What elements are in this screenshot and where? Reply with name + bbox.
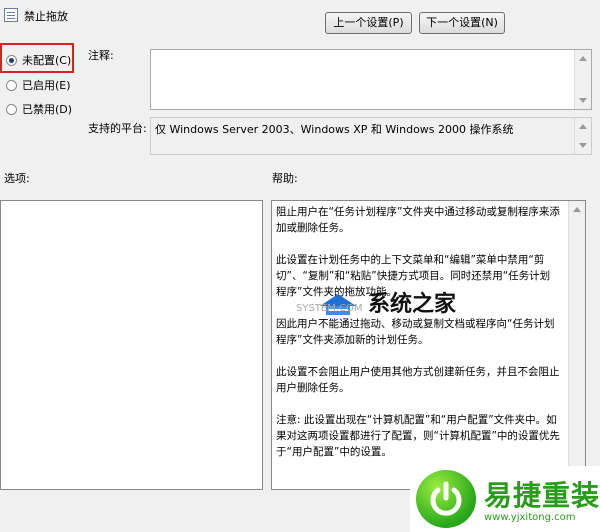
help-paragraph: 因此用户不能通过拖动、移动或复制文档或程序向“任务计划程序”文件夹添加新的计划任… [276, 318, 555, 346]
watermark-url: SYSTEM.COM [296, 303, 363, 314]
comment-label: 注释: [88, 49, 114, 62]
help-paragraph: 注意: 此设置出现在“计算机配置”和“用户配置”文件夹中。如果对这两项设置都进行… [276, 414, 560, 458]
radio-label: 未配置(C) [22, 54, 72, 67]
comment-scrollbar[interactable] [574, 50, 591, 109]
radio-disabled[interactable]: 已禁用(D) [6, 101, 72, 117]
next-setting-button[interactable]: 下一个设置(N) [419, 12, 505, 34]
platform-scrollbar[interactable] [574, 118, 591, 154]
options-label: 选项: [4, 172, 30, 185]
radio-dot-icon[interactable] [6, 79, 17, 91]
watermark-site-name: 系统之家 [368, 292, 457, 317]
radio-enabled[interactable]: 已启用(E) [6, 77, 71, 93]
scroll-down-icon[interactable] [579, 98, 587, 103]
platform-field: 仅 Windows Server 2003、Windows XP 和 Windo… [150, 117, 592, 155]
platform-label: 支持的平台: [88, 122, 147, 135]
policy-title: 禁止拖放 [24, 10, 68, 23]
platform-value: 仅 Windows Server 2003、Windows XP 和 Windo… [155, 123, 514, 136]
options-panel [0, 200, 263, 490]
comment-textarea[interactable] [150, 49, 592, 110]
help-scrollbar[interactable] [568, 201, 585, 489]
help-paragraph: 阻止用户在“任务计划程序”文件夹中通过移动或复制程序来添加或删除任务。 [276, 206, 560, 234]
scroll-up-icon[interactable] [579, 124, 587, 129]
radio-dot-icon[interactable] [6, 103, 17, 115]
radio-dot-icon[interactable] [6, 54, 17, 66]
logo-name: 易捷重装 [484, 479, 600, 512]
radio-label: 已启用(E) [22, 79, 71, 92]
policy-icon [4, 8, 18, 22]
help-panel: 阻止用户在“任务计划程序”文件夹中通过移动或复制程序来添加或删除任务。 此设置在… [271, 200, 586, 490]
scroll-up-icon[interactable] [579, 56, 587, 61]
help-label: 帮助: [272, 172, 298, 185]
power-logo-icon [416, 470, 476, 528]
radio-not-configured[interactable]: 未配置(C) [6, 52, 71, 68]
scroll-up-icon[interactable] [573, 207, 581, 212]
scroll-down-icon[interactable] [579, 143, 587, 148]
radio-label: 已禁用(D) [22, 103, 73, 116]
help-paragraph: 此设置不会阻止用户使用其他方式创建新任务，并且不会阻止用户删除任务。 [276, 366, 560, 394]
previous-setting-button[interactable]: 上一个设置(P) [325, 12, 412, 34]
logo-url: www.yjxitong.com [484, 512, 576, 523]
help-text: 阻止用户在“任务计划程序”文件夹中通过移动或复制程序来添加或删除任务。 此设置在… [272, 201, 564, 460]
